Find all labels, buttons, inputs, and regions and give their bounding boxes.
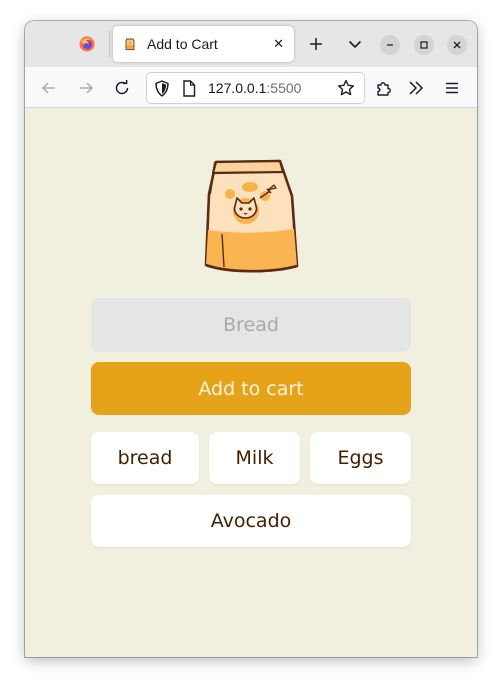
- shopping-list-item-eggs[interactable]: Eggs: [310, 432, 411, 484]
- chevrons-right-icon: [409, 81, 424, 95]
- arrow-right-icon: [80, 82, 94, 94]
- star-icon[interactable]: [337, 79, 355, 97]
- close-icon: [453, 41, 461, 49]
- arrow-left-icon: [41, 82, 55, 94]
- address-bar[interactable]: 127.0.0.1:5500: [146, 72, 365, 104]
- extensions-button[interactable]: [373, 77, 395, 99]
- page-icon[interactable]: [182, 80, 196, 97]
- shopping-list-item-milk[interactable]: Milk: [209, 432, 300, 484]
- tab-strip: Add to Cart ✕: [25, 21, 477, 67]
- back-button[interactable]: [38, 77, 60, 99]
- grocery-bag-cat-illustration: [204, 159, 299, 273]
- maximize-icon: [420, 41, 428, 49]
- url-text[interactable]: 127.0.0.1:5500: [208, 73, 301, 103]
- hamburger-menu-icon: [446, 82, 458, 94]
- puzzle-icon: [377, 82, 391, 96]
- reload-icon: [115, 80, 129, 95]
- shopping-list-item-bread[interactable]: bread: [91, 432, 199, 484]
- reload-button[interactable]: [111, 77, 133, 99]
- tab-add-to-cart[interactable]: Add to Cart ✕: [113, 26, 294, 62]
- maximize-button[interactable]: [414, 35, 434, 55]
- navigation-toolbar: 127.0.0.1:5500: [25, 67, 477, 108]
- forward-button[interactable]: [75, 77, 97, 99]
- shield-icon[interactable]: [154, 80, 170, 97]
- add-to-cart-button[interactable]: Add to cart: [91, 362, 411, 415]
- shopping-list-item-avocado[interactable]: Avocado: [91, 495, 411, 547]
- firefox-logo-icon: [79, 36, 95, 52]
- app-menu-button[interactable]: [441, 77, 463, 99]
- list-all-tabs-button[interactable]: [343, 32, 367, 56]
- minimize-button[interactable]: [380, 35, 400, 55]
- url-host: 127.0.0.1: [208, 80, 267, 96]
- grocery-bag-favicon: [125, 38, 135, 50]
- item-input[interactable]: [91, 298, 411, 352]
- tab-title: Add to Cart: [147, 36, 218, 52]
- chevron-down-icon: [348, 40, 362, 49]
- minimize-icon: [387, 44, 393, 46]
- browser-window: Add to Cart ✕ 127.0.0.1:5500 Bread Add t…: [25, 21, 477, 657]
- tab-divider: [109, 31, 110, 57]
- new-tab-button[interactable]: [304, 31, 328, 57]
- url-port: :5500: [266, 80, 302, 96]
- plus-icon: [310, 38, 322, 50]
- close-icon[interactable]: ✕: [273, 37, 284, 52]
- firefox-view-tab[interactable]: [25, 21, 109, 67]
- overflow-menu-button[interactable]: [405, 77, 427, 99]
- close-window-button[interactable]: [447, 35, 467, 55]
- page-content: Add to cart bread Milk Eggs Avocado: [25, 108, 477, 657]
